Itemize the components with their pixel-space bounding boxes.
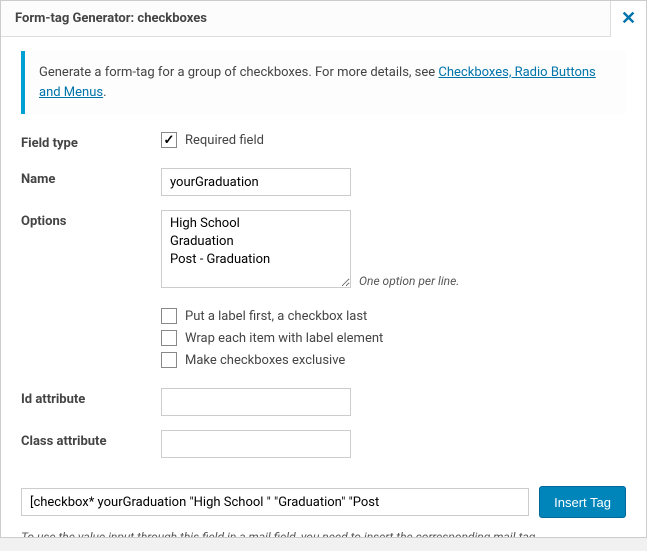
row-field-type: Field type Required field	[21, 132, 626, 154]
exclusive-text: Make checkboxes exclusive	[185, 353, 345, 368]
close-icon: ✕	[621, 8, 636, 28]
exclusive-checkbox[interactable]	[161, 352, 177, 368]
dialog-title: Form-tag Generator: checkboxes	[1, 11, 610, 26]
label-first-text: Put a label first, a checkbox last	[185, 309, 367, 324]
dialog-header: Form-tag Generator: checkboxes ✕	[1, 1, 646, 37]
notice-suffix: .	[103, 85, 106, 100]
row-options: Options High School Graduation Post - Gr…	[21, 210, 626, 374]
wrap-label-text: Wrap each item with label element	[185, 331, 383, 346]
id-attr-input[interactable]	[161, 388, 351, 416]
label-options: Options	[21, 210, 161, 229]
row-id-attr: Id attribute	[21, 388, 626, 416]
options-hint: One option per line.	[359, 274, 459, 288]
class-attr-input[interactable]	[161, 430, 351, 458]
label-id-attr: Id attribute	[21, 388, 161, 407]
label-first-checkbox[interactable]	[161, 308, 177, 324]
info-notice: Generate a form-tag for a group of check…	[21, 51, 626, 114]
note-prefix: To use the value input through this fiel…	[21, 530, 535, 537]
dialog-body: Generate a form-tag for a group of check…	[1, 37, 646, 537]
required-checkbox[interactable]	[161, 132, 177, 148]
row-name: Name	[21, 168, 626, 196]
insert-tag-button[interactable]: Insert Tag	[539, 486, 626, 518]
close-button[interactable]: ✕	[610, 1, 646, 37]
required-label: Required field	[185, 133, 264, 148]
form-tag-dialog: Form-tag Generator: checkboxes ✕ Generat…	[0, 0, 647, 538]
name-input[interactable]	[161, 168, 351, 196]
options-textarea[interactable]: High School Graduation Post - Graduation	[161, 210, 351, 288]
footer-note: To use the value input through this fiel…	[21, 528, 626, 537]
row-class-attr: Class attribute	[21, 430, 626, 458]
wrap-label-checkbox[interactable]	[161, 330, 177, 346]
tag-output[interactable]	[21, 488, 529, 516]
footer-row: Insert Tag	[21, 486, 626, 518]
label-field-type: Field type	[21, 132, 161, 151]
label-class-attr: Class attribute	[21, 430, 161, 449]
label-name: Name	[21, 168, 161, 187]
notice-text: Generate a form-tag for a group of check…	[39, 65, 438, 80]
